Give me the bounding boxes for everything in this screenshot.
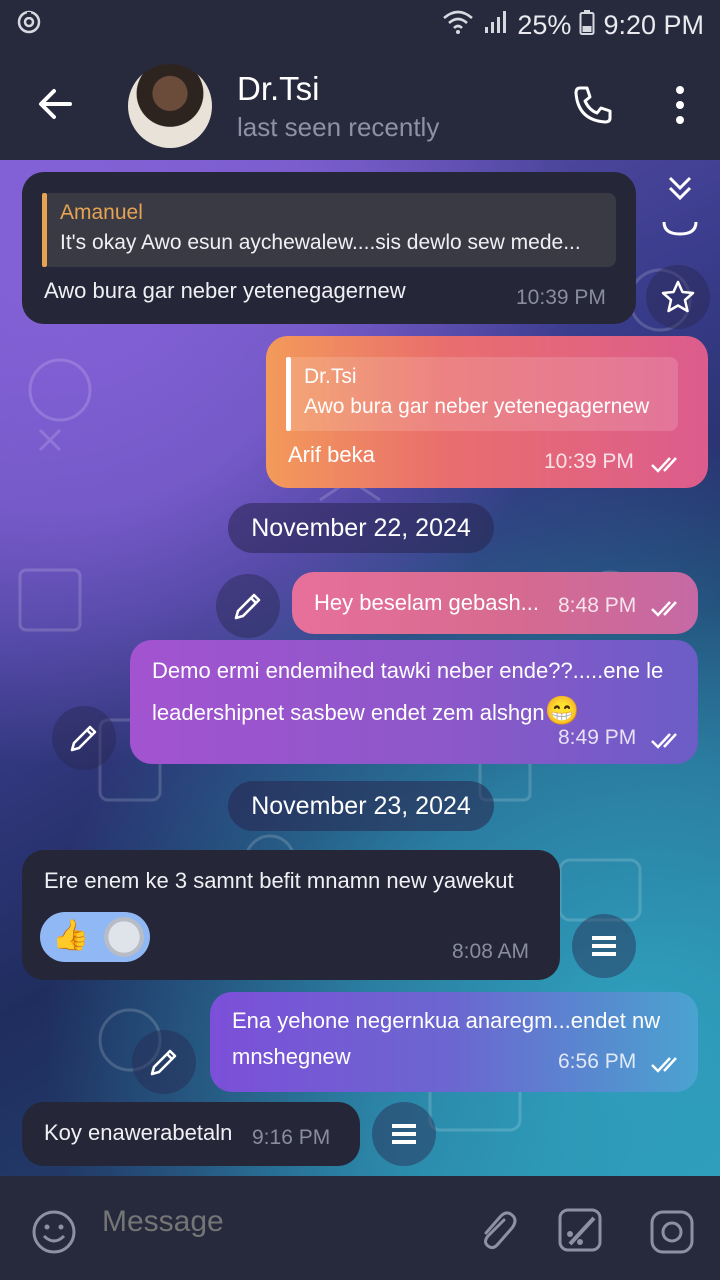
reactor-avatar: [104, 917, 144, 957]
message-text-line2: leadershipnet sasbew endet zem alshgn: [152, 700, 545, 725]
reply-text: It's okay Awo esun aychewalew....sis dew…: [60, 231, 581, 254]
signal-icon: [483, 9, 509, 42]
date-separator: November 22, 2024: [228, 503, 494, 553]
message-text: Awo bura gar neber yetenegagernew: [44, 278, 406, 303]
reply-quote[interactable]: Amanuel It's okay Awo esun aychewalew...…: [42, 193, 616, 267]
message-text: Ere enem ke 3 samnt befit mnamn new yawe…: [44, 868, 514, 893]
avatar[interactable]: [128, 64, 212, 148]
camera-button[interactable]: [648, 1208, 696, 1261]
read-check-icon: [651, 733, 677, 749]
contact-name[interactable]: Dr.Tsi: [237, 70, 320, 108]
edit-button[interactable]: [216, 574, 280, 638]
reply-text: Awo bura gar neber yetenegagernew: [304, 395, 650, 418]
star-icon: [661, 280, 695, 313]
message-text: Arif beka: [288, 442, 375, 467]
message-time: 8:08 AM: [452, 940, 530, 963]
back-button[interactable]: [32, 80, 80, 128]
message-time: 10:39 PM: [544, 450, 634, 473]
chat-header: Dr.Tsi last seen recently: [0, 50, 720, 160]
grin-emoji: 😁: [544, 695, 580, 726]
chat-area[interactable]: Amanuel It's okay Awo esun aychewalew...…: [0, 160, 720, 1176]
message-text-line: Demo ermi endemihed tawki neber ende??..…: [152, 658, 664, 683]
message-incoming[interactable]: Amanuel It's okay Awo esun aychewalew...…: [22, 172, 636, 324]
message-text-line: Ena yehone negernkua anaregm...endet nw: [232, 1008, 661, 1033]
read-check-icon: [651, 601, 677, 617]
message-outgoing[interactable]: Dr.Tsi Awo bura gar neber yetenegagernew…: [266, 336, 708, 488]
message-composer: [0, 1176, 720, 1280]
hamburger-icon: [592, 936, 616, 956]
paperclip-icon: [484, 1211, 517, 1250]
message-menu-button[interactable]: [372, 1102, 436, 1166]
sticker-icon: [558, 1208, 602, 1252]
message-text: Koy enawerabetaln: [44, 1120, 233, 1145]
message-incoming[interactable]: Koy enawerabetaln 9:16 PM: [22, 1102, 360, 1166]
smiley-icon: [32, 1210, 76, 1254]
edit-button[interactable]: [52, 706, 116, 770]
pencil-icon: [234, 593, 261, 620]
message-outgoing[interactable]: Demo ermi endemihed tawki neber ende??..…: [130, 640, 698, 764]
read-check-icon: [651, 1057, 677, 1073]
message-outgoing[interactable]: Hey beselam gebash... 8:48 PM: [292, 572, 698, 634]
status-bar: 25% 9:20 PM: [0, 0, 720, 50]
camera-icon: [650, 1210, 694, 1254]
reply-sender: Amanuel: [60, 201, 143, 224]
message-text: Hey beselam gebash...: [314, 590, 540, 615]
more-options-button[interactable]: [664, 82, 696, 128]
read-check-icon: [651, 457, 677, 473]
wifi-icon: [441, 9, 475, 42]
reply-sender: Dr.Tsi: [304, 365, 357, 388]
battery-icon: [579, 9, 595, 42]
message-incoming[interactable]: Ere enem ke 3 samnt befit mnamn new yawe…: [22, 850, 560, 980]
clock: 9:20 PM: [603, 9, 704, 40]
last-seen-status: last seen recently: [237, 112, 440, 142]
message-input[interactable]: [100, 1204, 444, 1240]
thumbs-up-emoji: 👍: [52, 919, 90, 952]
scroll-down-button[interactable]: [656, 166, 704, 246]
date-separator: November 23, 2024: [228, 781, 494, 831]
edit-button[interactable]: [132, 1030, 196, 1094]
message-text-line: leadershipnet sasbew endet zem alshgn😁: [152, 694, 579, 727]
message-outgoing[interactable]: Ena yehone negernkua anaregm...endet nw …: [210, 992, 698, 1092]
emoji-button[interactable]: [30, 1208, 78, 1261]
battery-percent: 25%: [517, 9, 572, 40]
message-time: 10:39 PM: [516, 286, 606, 309]
message-time: 8:49 PM: [558, 726, 637, 749]
call-button[interactable]: [570, 82, 616, 128]
pencil-icon: [70, 725, 97, 752]
sticker-button[interactable]: [556, 1206, 606, 1261]
message-text-line: mnshegnew: [232, 1044, 351, 1069]
message-time: 8:48 PM: [558, 594, 637, 617]
message-time: 9:16 PM: [252, 1126, 331, 1149]
pencil-icon: [150, 1049, 177, 1076]
favorite-button[interactable]: [646, 265, 710, 329]
app-status-icon: [16, 9, 42, 42]
attach-button[interactable]: [474, 1206, 522, 1259]
hamburger-icon: [392, 1124, 416, 1144]
message-time: 6:56 PM: [558, 1050, 637, 1073]
reply-quote[interactable]: Dr.Tsi Awo bura gar neber yetenegagernew: [286, 357, 678, 431]
message-menu-button[interactable]: [572, 914, 636, 978]
reaction-chip[interactable]: 👍: [40, 912, 150, 962]
